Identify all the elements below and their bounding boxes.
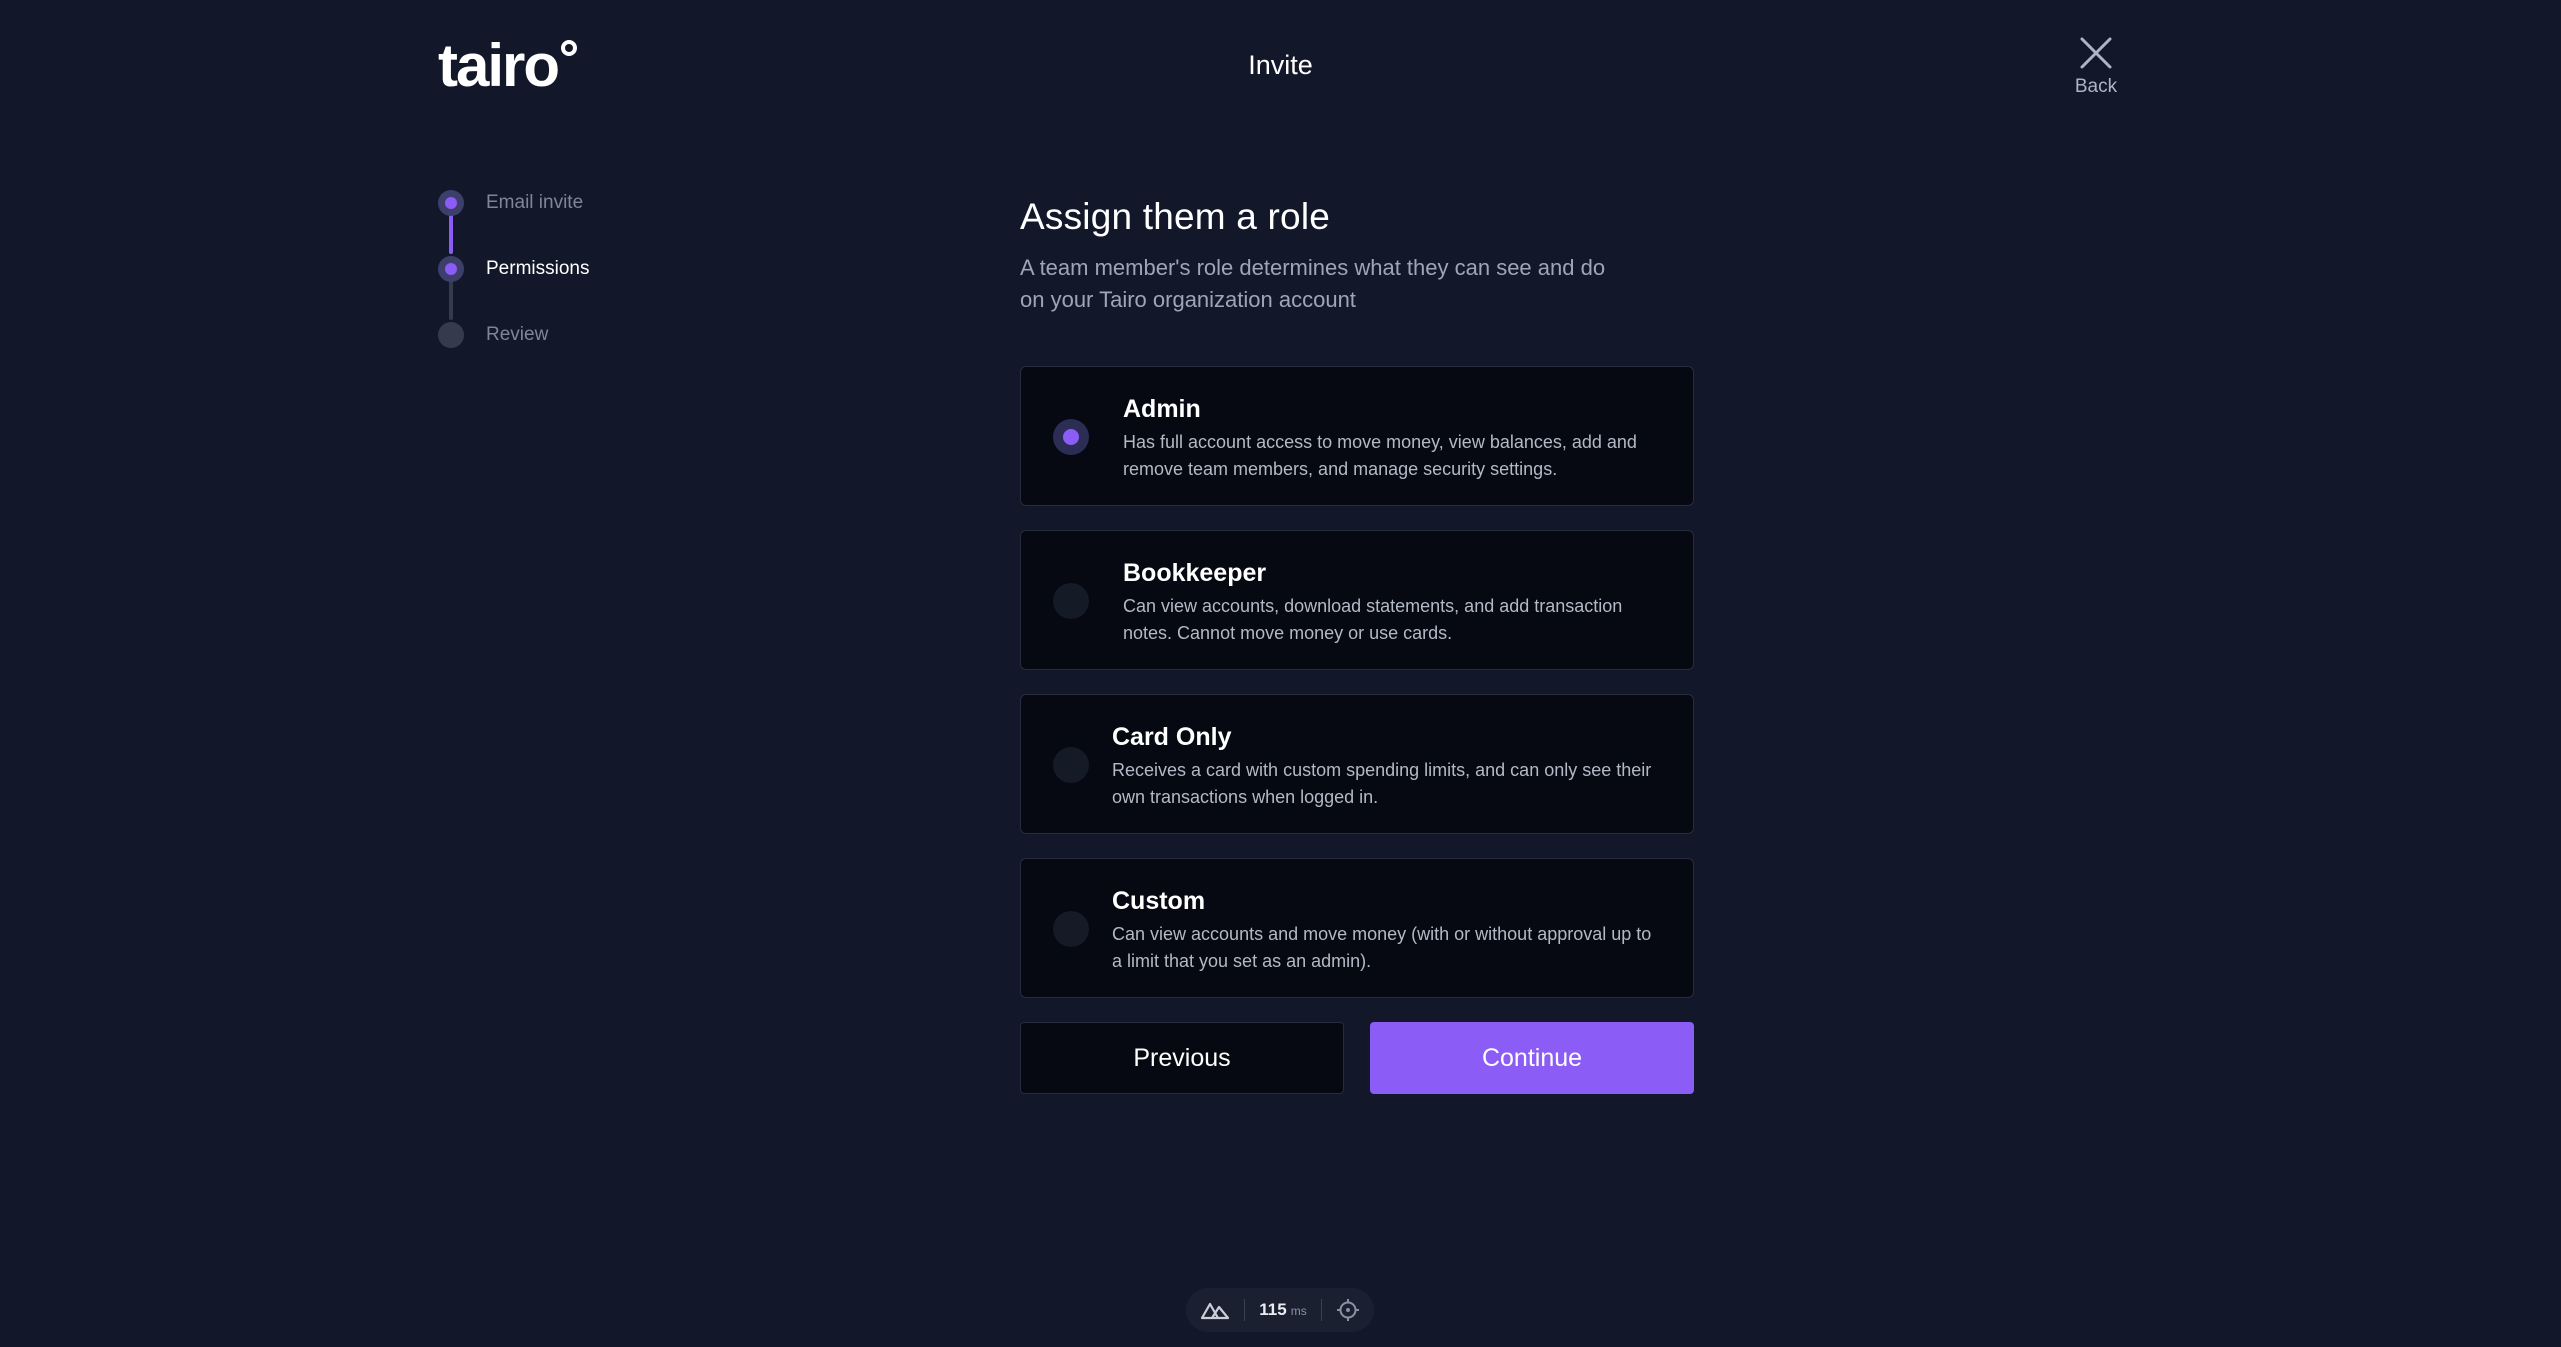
nuxt-icon[interactable] [1200,1300,1230,1320]
radio-selected-icon[interactable] [1053,419,1089,455]
step-review[interactable]: Review [438,322,548,348]
step-email-invite[interactable]: Email invite [438,190,583,216]
step-current-icon [438,256,464,282]
crosshair-icon[interactable] [1336,1298,1360,1322]
close-icon [2080,37,2112,69]
role-option-custom[interactable]: Custom Can view accounts and move money … [1020,858,1694,998]
role-title: Bookkeeper [1123,559,1267,587]
step-label: Review [486,324,549,345]
step-permissions[interactable]: Permissions [438,256,589,282]
role-title: Card Only [1112,723,1232,751]
back-label: Back [2074,76,2118,97]
page-title: Invite [1248,50,1313,80]
step-pending-icon [438,322,464,348]
role-description: Has full account access to move money, v… [1123,432,1637,479]
role-title: Custom [1112,887,1206,915]
role-description: Can view accounts and move money (with o… [1112,924,1652,971]
role-description: Receives a card with custom spending lim… [1112,760,1652,807]
form-actions: Previous Continue [1020,1022,1694,1094]
role-description: Can view accounts, download statements, … [1123,596,1623,643]
form-heading: Assign them a role [1020,196,1331,237]
toolbar-divider [1320,1299,1322,1321]
toolbar-divider [1244,1299,1246,1321]
radio-unselected-icon[interactable] [1053,583,1089,619]
previous-button[interactable]: Previous [1020,1022,1344,1094]
step-connector-2 [449,280,453,320]
devtools-toolbar[interactable]: 115 ms [1186,1288,1374,1332]
radio-unselected-icon[interactable] [1053,747,1089,783]
role-option-bookkeeper[interactable]: Bookkeeper Can view accounts, download s… [1020,530,1694,670]
radio-unselected-icon[interactable] [1053,911,1089,947]
role-title: Admin [1123,395,1201,423]
render-time: 115 ms [1259,1300,1306,1320]
role-option-admin[interactable]: Admin Has full account access to move mo… [1020,366,1694,506]
step-complete-icon [438,190,464,216]
render-time-value: 115 [1259,1300,1287,1319]
continue-button[interactable]: Continue [1370,1022,1694,1094]
form-subheading: A team member's role determines what the… [1020,255,1606,312]
step-connector-1 [449,214,453,254]
role-form: Assign them a role A team member's role … [1020,196,1694,1094]
step-label: Permissions [486,258,590,279]
render-time-unit: ms [1290,1304,1307,1318]
role-option-card-only[interactable]: Card Only Receives a card with custom sp… [1020,694,1694,834]
role-options: Admin Has full account access to move mo… [1020,366,1694,998]
step-label: Email invite [486,192,584,213]
back-button[interactable]: Back [2060,36,2132,98]
